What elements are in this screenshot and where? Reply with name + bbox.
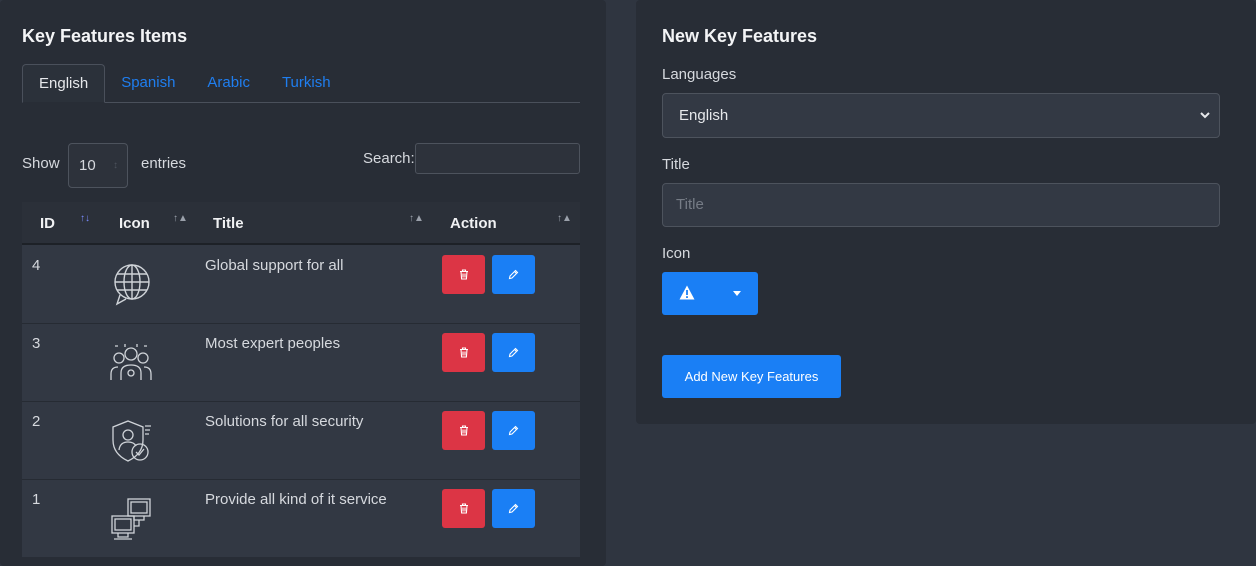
globe-chat-icon: [114, 264, 150, 306]
pencil-icon: [508, 347, 519, 358]
sort-icon[interactable]: ↑▲: [557, 214, 572, 224]
table-row: 4 Global support for all: [22, 246, 580, 324]
entries-label: entries: [141, 155, 187, 172]
row-title: Global support for all: [205, 257, 344, 274]
chevron-updown-icon: ↕: [113, 160, 118, 171]
security-shield-icon: [112, 420, 151, 462]
edit-button[interactable]: [492, 489, 535, 528]
delete-button[interactable]: [442, 489, 485, 528]
table-row: 2 Solutions for all security: [22, 402, 580, 480]
title-input[interactable]: Title: [662, 183, 1220, 227]
pencil-icon: [508, 269, 519, 280]
row-id: 3: [32, 335, 41, 352]
sort-icon[interactable]: ↑▲: [173, 214, 188, 224]
trash-icon: [459, 269, 468, 280]
edit-button[interactable]: [492, 411, 535, 450]
tab-spanish[interactable]: Spanish: [105, 64, 191, 103]
caret-down-icon: [733, 291, 741, 296]
icon-label: Icon: [662, 245, 691, 262]
entries-length-select[interactable]: 10 ↕: [68, 143, 128, 188]
pencil-icon: [508, 503, 519, 514]
languages-select-value: English: [679, 107, 729, 124]
card-title: New Key Features: [662, 26, 818, 46]
languages-select[interactable]: English: [662, 93, 1220, 138]
entries-length-value: 10: [79, 157, 96, 174]
delete-button[interactable]: [442, 255, 485, 294]
add-key-feature-button[interactable]: Add New Key Features: [662, 355, 841, 398]
edit-button[interactable]: [492, 255, 535, 294]
pencil-icon: [508, 425, 519, 436]
row-title: Provide all kind of it service: [205, 491, 387, 508]
trash-icon: [459, 347, 468, 358]
icon-picker-button[interactable]: [662, 272, 758, 315]
warning-icon: [679, 285, 695, 300]
row-title: Most expert peoples: [205, 335, 341, 352]
tab-turkish[interactable]: Turkish: [266, 64, 347, 103]
row-id: 2: [32, 413, 41, 430]
tab-english[interactable]: English: [22, 64, 106, 103]
languages-label: Languages: [662, 66, 737, 83]
table-header: ID ↑↓ Icon ↑▲ Title ↑▲ Action ↑▲: [22, 202, 580, 245]
chevron-down-icon: [1200, 112, 1210, 119]
delete-button[interactable]: [442, 333, 485, 372]
team-people-icon: [110, 344, 152, 380]
search-label: Search:: [363, 150, 415, 167]
computers-network-icon: [111, 498, 151, 540]
search-input[interactable]: [415, 143, 580, 174]
column-header-title[interactable]: Title: [213, 202, 244, 245]
card-title: Key Features Items: [22, 26, 188, 46]
delete-button[interactable]: [442, 411, 485, 450]
column-header-icon[interactable]: Icon: [119, 202, 150, 245]
key-features-list-card: Key Features Items English Spanish Arabi…: [0, 0, 606, 566]
column-header-id[interactable]: ID: [40, 202, 55, 245]
trash-icon: [459, 425, 468, 436]
table-row: 1 Provide all kind of it service: [22, 480, 580, 558]
key-features-table: ID ↑↓ Icon ↑▲ Title ↑▲ Action ↑▲ 4 Globa…: [22, 202, 580, 557]
tab-arabic[interactable]: Arabic: [191, 64, 266, 103]
title-label: Title: [662, 156, 690, 173]
sort-desc-icon[interactable]: ↑↓: [80, 214, 90, 224]
language-tabs: English Spanish Arabic Turkish: [22, 64, 580, 103]
row-id: 1: [32, 491, 41, 508]
row-title: Solutions for all security: [205, 413, 364, 430]
edit-button[interactable]: [492, 333, 535, 372]
column-header-action[interactable]: Action: [450, 202, 497, 245]
sort-icon[interactable]: ↑▲: [409, 214, 424, 224]
trash-icon: [459, 503, 468, 514]
row-id: 4: [32, 257, 41, 274]
show-label: Show: [22, 155, 60, 172]
table-row: 3 Most expert peoples: [22, 324, 580, 402]
